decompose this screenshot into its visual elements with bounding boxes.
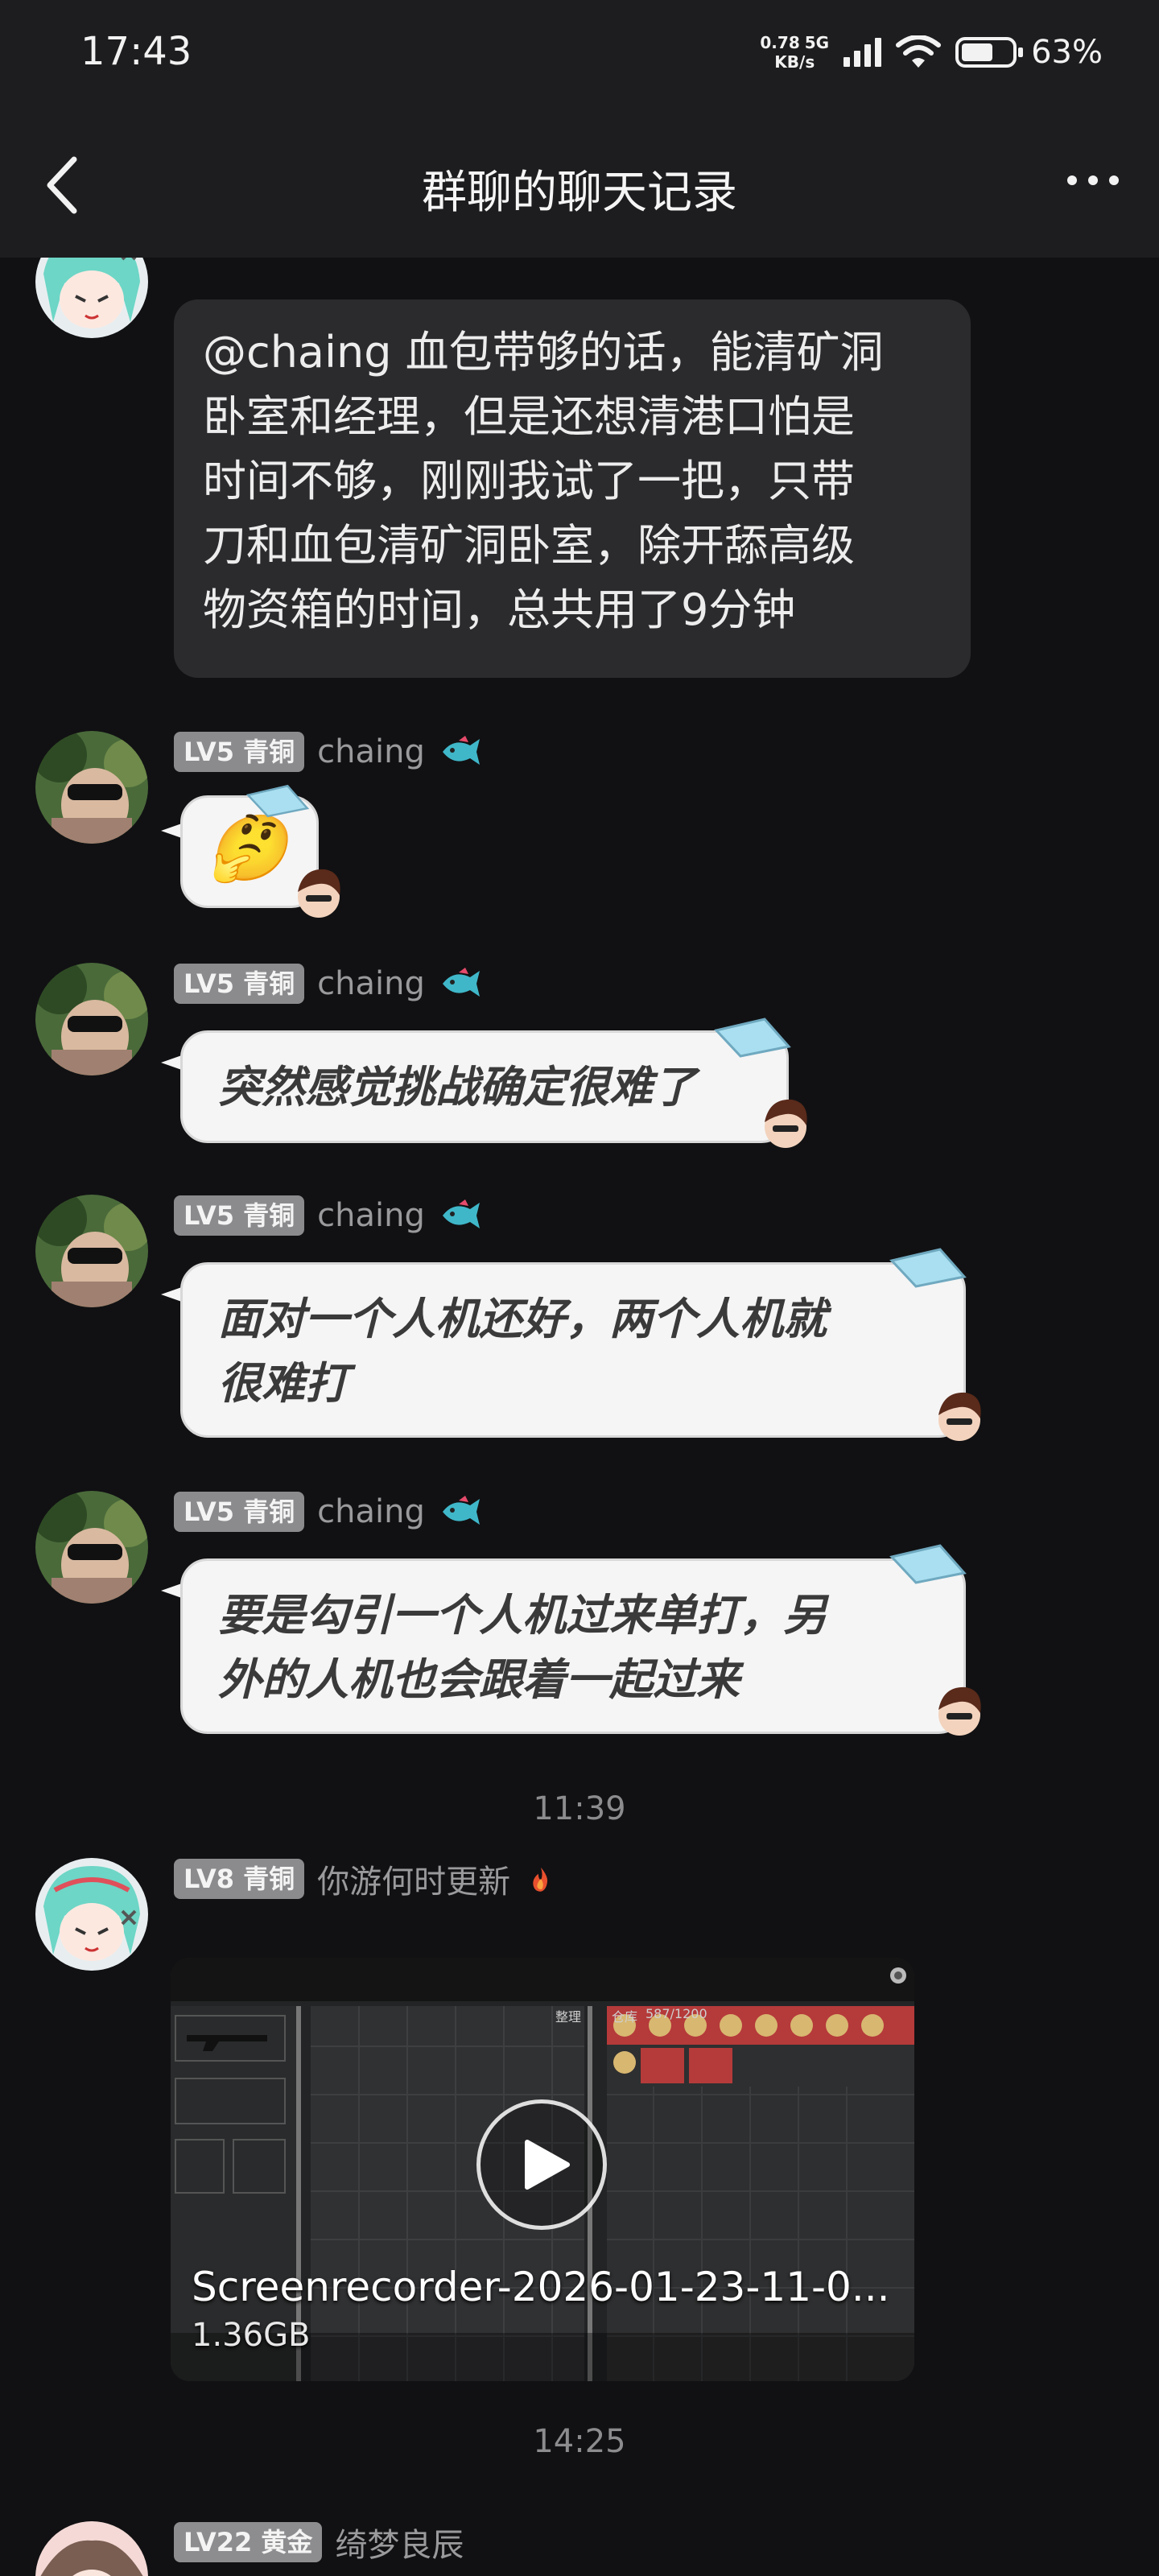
bubble-sticker-icon xyxy=(889,1248,967,1288)
chat-history[interactable]: @chaing 血包带够的话，能清矿洞 卧室和经理，但是还想清港口怕是 时间不够… xyxy=(0,258,1159,2576)
fish-badge-icon xyxy=(442,1199,480,1228)
video-message[interactable]: 整理 仓库 587/1200 Screenrecorder-2026-01-23… xyxy=(171,1958,914,2381)
play-icon xyxy=(525,2140,570,2190)
avatar[interactable] xyxy=(35,1858,148,1971)
avatar[interactable] xyxy=(35,731,148,844)
status-time: 17:43 xyxy=(80,29,192,74)
chat-header: 群聊的聊天记录 xyxy=(0,105,1159,258)
signal-icon xyxy=(843,38,882,67)
message-text-line: 要是勾引一个人机过来单打，另 xyxy=(218,1590,827,1641)
thumb-capacity-label: 587/1200 xyxy=(645,2006,707,2021)
play-button[interactable] xyxy=(476,2099,607,2230)
network-type: 5G xyxy=(804,33,830,52)
character-sticker-icon xyxy=(938,1392,981,1441)
thumb-sort-label: 整理 xyxy=(555,2009,582,2025)
message-meta: LV8 青铜 你游何时更新 xyxy=(174,1856,559,1902)
level-badge: LV5 青铜 xyxy=(174,1492,305,1532)
avatar[interactable] xyxy=(35,1195,148,1307)
battery-icon xyxy=(955,37,1024,68)
message-bubble[interactable]: 突然感觉挑战确定很难了 xyxy=(180,1030,789,1143)
character-sticker-icon xyxy=(938,1686,981,1736)
message-text-line: 外的人机也会跟着一起过来 xyxy=(218,1654,740,1705)
level-badge: LV8 青铜 xyxy=(174,1859,305,1899)
nickname[interactable]: 你游何时更新 xyxy=(317,1856,510,1902)
message-text-line: 面对一个人机还好，两个人机就 xyxy=(218,1294,827,1344)
message-meta: LV5 青铜 chaing xyxy=(174,1195,483,1236)
avatar[interactable] xyxy=(35,258,148,338)
message-meta: LV22 黄金 绮梦良辰 xyxy=(174,2519,464,2566)
battery-percent: 63% xyxy=(1031,34,1103,71)
video-file-size: 1.36GB xyxy=(192,2317,311,2354)
network-speed: 0.78 5G KB/s xyxy=(760,33,829,72)
message-text: 突然感觉挑战确定很难了 xyxy=(218,1062,696,1113)
message-text-line: 物资箱的时间，总共用了9分钟 xyxy=(203,584,796,635)
message-meta: LV5 青铜 chaing xyxy=(174,963,483,1005)
nickname[interactable]: chaing xyxy=(317,1493,425,1530)
nickname[interactable]: chaing xyxy=(317,965,425,1002)
bubble-sticker-icon xyxy=(714,1018,791,1058)
message-meta: LV5 青铜 chaing xyxy=(174,731,483,773)
nickname[interactable]: chaing xyxy=(317,1197,425,1234)
time-separator: 14:25 xyxy=(533,2423,626,2460)
level-badge: LV5 青铜 xyxy=(174,964,305,1004)
net-speed-unit: KB/s xyxy=(774,52,815,72)
fish-badge-icon xyxy=(442,968,480,997)
nickname[interactable]: chaing xyxy=(317,733,425,770)
nickname[interactable]: 绮梦良辰 xyxy=(335,2519,464,2566)
level-badge: LV5 青铜 xyxy=(174,732,305,772)
bubble-sticker-icon xyxy=(889,1544,967,1584)
status-bar: 17:43 0.78 5G KB/s 63% xyxy=(0,0,1159,105)
flame-badge-icon xyxy=(533,1867,548,1892)
avatar[interactable] xyxy=(35,963,148,1075)
bubble-sticker-icon xyxy=(245,784,310,818)
message-meta: LV5 青铜 chaing xyxy=(174,1491,483,1533)
video-file-name: Screenrecorder-2026-01-23-11-0... xyxy=(192,2264,890,2310)
level-badge: LV5 青铜 xyxy=(174,1195,305,1236)
message-text-line: 刀和血包清矿洞卧室，除开舔高级 xyxy=(203,520,855,571)
more-options-icon[interactable] xyxy=(1067,175,1119,185)
wifi-icon xyxy=(896,35,942,68)
message-text-line: 很难打 xyxy=(218,1358,349,1409)
message-text-line: 时间不够，刚刚我试了一把，只带 xyxy=(203,456,855,506)
character-sticker-icon xyxy=(765,1099,807,1148)
character-sticker-icon xyxy=(298,869,340,918)
thumb-warehouse-label: 仓库 xyxy=(612,2009,638,2025)
status-icons: 0.78 5G KB/s 63% xyxy=(760,24,1103,80)
fish-badge-icon xyxy=(442,1496,480,1525)
avatar[interactable] xyxy=(35,1491,148,1604)
message-bubble[interactable]: 要是勾引一个人机过来单打，另 外的人机也会跟着一起过来 xyxy=(180,1558,966,1734)
level-badge: LV22 黄金 xyxy=(174,2522,323,2562)
message-bubble[interactable]: @chaing 血包带够的话，能清矿洞 卧室和经理，但是还想清港口怕是 时间不够… xyxy=(174,299,971,678)
time-separator: 11:39 xyxy=(533,1790,626,1827)
avatar[interactable] xyxy=(35,2521,148,2576)
page-title: 群聊的聊天记录 xyxy=(422,167,737,219)
message-text-line: 卧室和经理，但是还想清港口怕是 xyxy=(203,391,855,442)
message-bubble[interactable]: 面对一个人机还好，两个人机就 很难打 xyxy=(180,1262,966,1438)
fish-badge-icon xyxy=(442,736,480,765)
net-speed-value: 0.78 xyxy=(760,33,800,52)
message-text-line: @chaing 血包带够的话，能清矿洞 xyxy=(203,327,884,378)
video-badge-icon xyxy=(890,1967,906,1984)
